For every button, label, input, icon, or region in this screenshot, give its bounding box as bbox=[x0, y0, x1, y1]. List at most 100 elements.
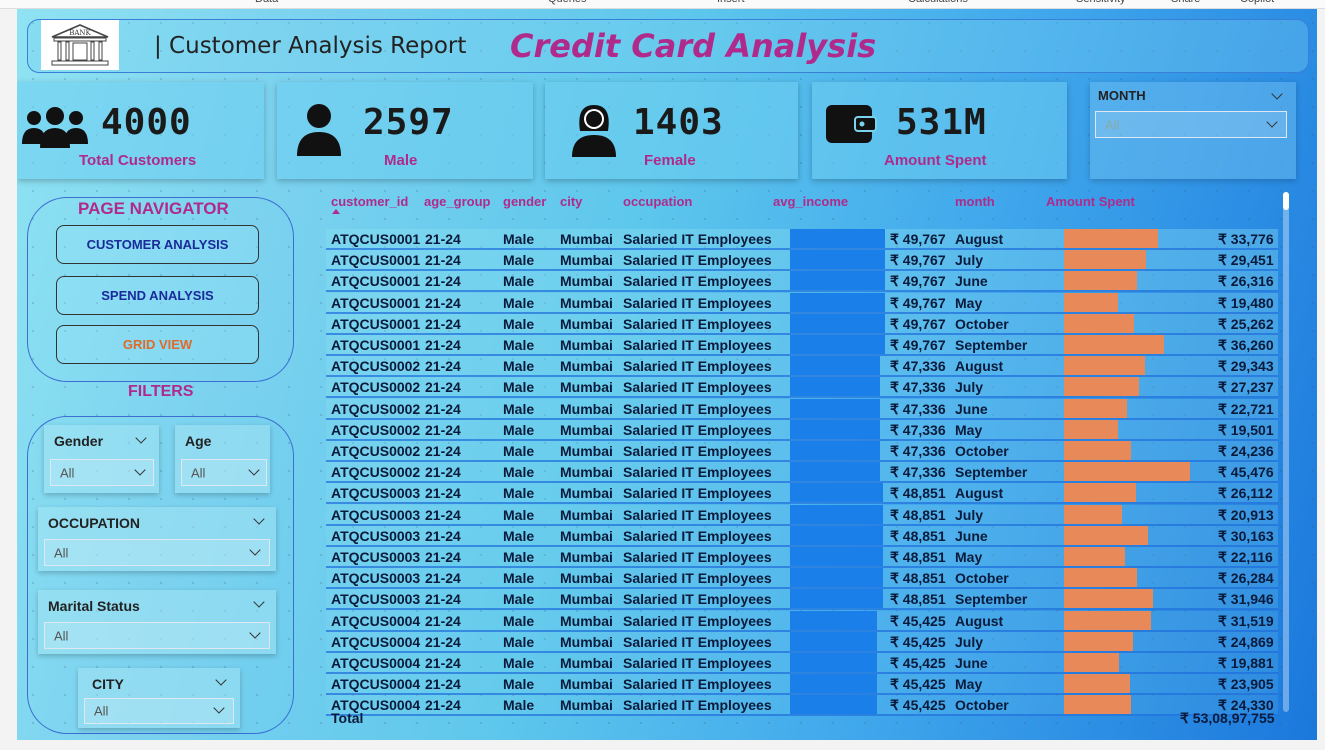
table-row[interactable]: ATQCUS0002 21-24 Male Mumbai Salaried IT Emp… bbox=[326, 398, 1278, 420]
amount-spent-bar bbox=[1064, 631, 1133, 651]
chevron-down-icon[interactable] bbox=[253, 513, 265, 525]
cell-customer-id: ATQCUS0001 bbox=[331, 315, 421, 332]
column-header-occupation[interactable]: occupation bbox=[623, 194, 692, 209]
avg-income-bar bbox=[790, 568, 883, 588]
occupation-dropdown[interactable]: All bbox=[44, 539, 270, 566]
table-row[interactable]: ATQCUS0004 21-24 Male Mumbai Salaried IT Emp… bbox=[326, 610, 1278, 632]
column-header-customer-id[interactable]: customer_id bbox=[331, 194, 408, 209]
customer-analysis-button[interactable]: CUSTOMER ANALYSIS bbox=[56, 225, 259, 264]
cell-city: Mumbai bbox=[560, 464, 613, 481]
ribbon-tab[interactable]: Data bbox=[255, 0, 278, 5]
chevron-down-icon bbox=[249, 627, 261, 639]
grid-view-button[interactable]: GRID VIEW bbox=[56, 325, 259, 364]
table-row[interactable]: ATQCUS0001 21-24 Male Mumbai Salaried IT Emp… bbox=[326, 313, 1278, 335]
table-row[interactable]: ATQCUS0003 21-24 Male Mumbai Salaried IT Emp… bbox=[326, 525, 1278, 547]
column-header-age-group[interactable]: age_group bbox=[424, 194, 490, 209]
occupation-slicer[interactable]: OCCUPATION All bbox=[38, 507, 276, 571]
ribbon-tab[interactable]: Queries bbox=[548, 0, 587, 5]
age-dropdown[interactable]: All bbox=[181, 459, 267, 486]
marital-status-slicer[interactable]: Marital Status All bbox=[38, 590, 276, 654]
marital-status-dropdown[interactable]: All bbox=[44, 622, 270, 649]
table-row[interactable]: ATQCUS0001 21-24 Male Mumbai Salaried IT Emp… bbox=[326, 229, 1278, 250]
cell-gender: Male bbox=[503, 315, 535, 332]
cell-age-group: 21-24 bbox=[425, 379, 461, 396]
table-row[interactable]: ATQCUS0002 21-24 Male Mumbai Salaried IT Emp… bbox=[326, 419, 1278, 441]
amount-spent-bar bbox=[1064, 674, 1130, 694]
city-slicer[interactable]: CITY All bbox=[78, 668, 240, 728]
table-row[interactable]: ATQCUS0004 21-24 Male Mumbai Salaried IT Emp… bbox=[326, 653, 1278, 674]
chevron-down-icon[interactable] bbox=[1271, 88, 1283, 100]
marital-status-dropdown-value: All bbox=[54, 628, 69, 643]
table-row[interactable]: ATQCUS0001 21-24 Male Mumbai Salaried IT Emp… bbox=[326, 250, 1278, 272]
city-dropdown[interactable]: All bbox=[84, 698, 234, 724]
amount-spent-bar bbox=[1064, 589, 1153, 609]
cell-age-group: 21-24 bbox=[425, 570, 461, 587]
spend-analysis-button[interactable]: SPEND ANALYSIS bbox=[56, 276, 259, 315]
cell-month: May bbox=[955, 676, 983, 693]
age-slicer[interactable]: Age All bbox=[175, 425, 270, 493]
chevron-down-icon[interactable] bbox=[215, 674, 227, 686]
table-row[interactable]: ATQCUS0002 21-24 Male Mumbai Salaried IT Emp… bbox=[326, 356, 1278, 378]
cell-city: Mumbai bbox=[560, 294, 613, 311]
chevron-down-icon[interactable] bbox=[253, 596, 265, 608]
cell-occupation: Salaried IT Employees bbox=[623, 379, 772, 396]
ribbon-tab[interactable]: Copilot bbox=[1240, 0, 1274, 5]
cell-occupation: Salaried IT Employees bbox=[623, 591, 772, 608]
cell-gender: Male bbox=[503, 252, 535, 269]
female-user-icon bbox=[572, 105, 616, 157]
column-header-amount-spent[interactable]: Amount Spent bbox=[1046, 194, 1135, 209]
table-row[interactable]: ATQCUS0004 21-24 Male Mumbai Salaried IT Emp… bbox=[326, 695, 1278, 717]
month-dropdown[interactable]: All bbox=[1095, 111, 1287, 138]
column-header-avg-income[interactable]: avg_income bbox=[773, 194, 848, 209]
table-row[interactable]: ATQCUS0002 21-24 Male Mumbai Salaried IT Emp… bbox=[326, 377, 1278, 399]
table-row[interactable]: ATQCUS0003 21-24 Male Mumbai Salaried IT Emp… bbox=[326, 504, 1278, 526]
ribbon-tab[interactable]: Calculations bbox=[908, 0, 968, 5]
column-header-month[interactable]: month bbox=[955, 194, 995, 209]
table-row[interactable]: ATQCUS0001 21-24 Male Mumbai Salaried IT Emp… bbox=[326, 271, 1278, 293]
month-slicer[interactable]: MONTH All bbox=[1090, 82, 1296, 179]
gender-dropdown[interactable]: All bbox=[50, 459, 154, 486]
spend-analysis-label: SPEND ANALYSIS bbox=[101, 288, 214, 303]
cell-customer-id: ATQCUS0002 bbox=[331, 421, 421, 438]
cell-amount-spent: ₹ 20,913 bbox=[1218, 506, 1274, 523]
table-row[interactable]: ATQCUS0001 21-24 Male Mumbai Salaried IT Emp… bbox=[326, 335, 1278, 356]
wallet-icon bbox=[826, 105, 877, 143]
city-dropdown-value: All bbox=[94, 703, 109, 719]
cell-avg-income: ₹ 49,767 bbox=[890, 337, 946, 353]
grid-view-label: GRID VIEW bbox=[122, 337, 193, 352]
table-row[interactable]: ATQCUS0004 21-24 Male Mumbai Salaried IT Emp… bbox=[326, 674, 1278, 696]
amount-spent-bar bbox=[1064, 547, 1125, 566]
cell-gender: Male bbox=[503, 527, 535, 544]
chevron-down-icon[interactable] bbox=[135, 432, 147, 444]
cell-city: Mumbai bbox=[560, 337, 613, 353]
cell-amount-spent: ₹ 26,316 bbox=[1218, 273, 1274, 290]
cell-city: Mumbai bbox=[560, 655, 613, 671]
cell-amount-spent: ₹ 25,262 bbox=[1218, 315, 1274, 332]
table-row[interactable]: ATQCUS0002 21-24 Male Mumbai Salaried IT Emp… bbox=[326, 462, 1278, 484]
kpi-label-total-customers: Total Customers bbox=[79, 152, 197, 169]
ribbon-tab[interactable]: Insert bbox=[717, 0, 745, 5]
cell-avg-income: ₹ 47,336 bbox=[890, 379, 946, 396]
column-header-city[interactable]: city bbox=[560, 194, 582, 209]
column-header-gender[interactable]: gender bbox=[503, 194, 546, 209]
table-row[interactable]: ATQCUS0001 21-24 Male Mumbai Salaried IT Emp… bbox=[326, 292, 1278, 314]
cell-occupation: Salaried IT Employees bbox=[623, 294, 772, 311]
cell-amount-spent: ₹ 19,480 bbox=[1218, 294, 1274, 311]
ribbon-tab[interactable]: Sensitivity bbox=[1076, 0, 1126, 5]
cell-gender: Male bbox=[503, 612, 535, 629]
table-scrollbar[interactable] bbox=[1283, 192, 1289, 712]
cell-customer-id: ATQCUS0002 bbox=[331, 379, 421, 396]
scrollbar-thumb[interactable] bbox=[1283, 192, 1289, 210]
amount-spent-bar bbox=[1064, 377, 1139, 397]
kpi-label-male: Male bbox=[384, 152, 418, 169]
table-row[interactable]: ATQCUS0003 21-24 Male Mumbai Salaried IT Emp… bbox=[326, 483, 1278, 505]
amount-spent-bar bbox=[1064, 441, 1131, 460]
ribbon-tab[interactable]: Share bbox=[1171, 0, 1200, 5]
avg-income-bar bbox=[790, 271, 885, 291]
table-row[interactable]: ATQCUS0003 21-24 Male Mumbai Salaried IT Emp… bbox=[326, 589, 1278, 611]
gender-slicer[interactable]: Gender All bbox=[44, 425, 159, 493]
table-row[interactable]: ATQCUS0003 21-24 Male Mumbai Salaried IT Emp… bbox=[326, 568, 1278, 590]
table-row[interactable]: ATQCUS0003 21-24 Male Mumbai Salaried IT Emp… bbox=[326, 547, 1278, 568]
table-row[interactable]: ATQCUS0002 21-24 Male Mumbai Salaried IT Emp… bbox=[326, 441, 1278, 462]
table-row[interactable]: ATQCUS0004 21-24 Male Mumbai Salaried IT Emp… bbox=[326, 631, 1278, 653]
